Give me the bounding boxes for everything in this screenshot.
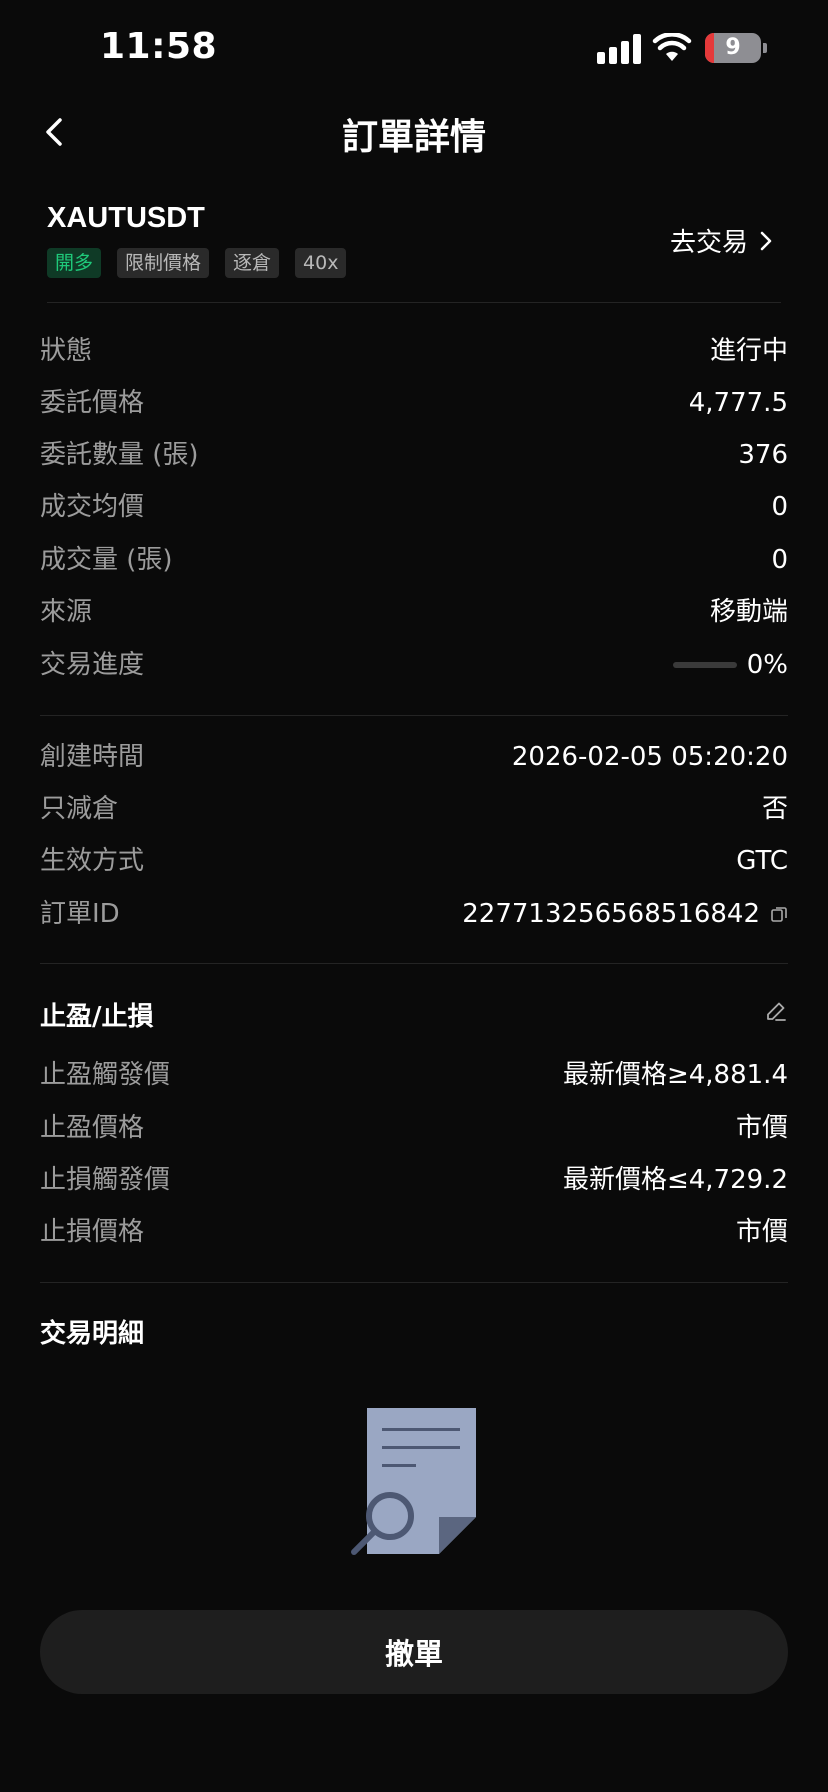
- order-tags: 開多 限制價格 逐倉 40x: [47, 248, 347, 278]
- symbol-name: XAUTUSDT: [47, 202, 205, 234]
- divider: [40, 1282, 788, 1283]
- copy-icon[interactable]: [770, 905, 788, 923]
- sl-price-row: 止損價格 市價: [40, 1217, 788, 1247]
- detail-row-order-price: 委託價格 4,777.5: [40, 388, 788, 418]
- meta-row-created-time: 創建時間 2026-02-05 05:20:20: [40, 742, 788, 772]
- go-trade-link[interactable]: 去交易: [670, 222, 774, 259]
- divider: [40, 963, 788, 964]
- sl-trigger-row: 止損觸發價 最新價格≤4,729.2: [40, 1165, 788, 1195]
- tp-trigger-row: 止盈觸發價 最新價格≥4,881.4: [40, 1060, 788, 1090]
- edit-icon[interactable]: [763, 998, 789, 1024]
- battery-icon: 9: [705, 33, 761, 63]
- empty-document-search-icon: [351, 1408, 476, 1555]
- trade-details-section-title: 交易明細: [40, 1319, 145, 1349]
- meta-row-reduce-only: 只減倉 否: [40, 794, 788, 824]
- tp-sl-section-title: 止盈/止損: [40, 1002, 154, 1032]
- progress-percent: 0%: [746, 650, 788, 680]
- progress-bar: [672, 662, 737, 668]
- order-id-value: 227713256568516842: [462, 899, 760, 929]
- battery-level: 9: [725, 35, 741, 60]
- detail-row-source: 來源 移動端: [40, 597, 788, 627]
- divider: [47, 302, 781, 303]
- go-trade-label: 去交易: [669, 228, 748, 258]
- detail-row-progress: 交易進度 0%: [40, 645, 788, 685]
- cellular-signal-icon: [597, 34, 641, 64]
- order-type-tag: 限制價格: [117, 248, 210, 278]
- status-time: 11:58: [100, 26, 218, 67]
- margin-mode-tag: 逐倉: [225, 248, 280, 278]
- wifi-icon: [652, 33, 692, 61]
- detail-row-status: 狀態 進行中: [40, 336, 788, 366]
- detail-row-filled-quantity: 成交量 (張) 0: [40, 545, 788, 575]
- leverage-tag: 40x: [295, 248, 347, 278]
- meta-row-time-in-force: 生效方式 GTC: [40, 846, 788, 876]
- meta-row-order-id: 訂單ID 227713256568516842: [40, 894, 788, 934]
- cancel-order-button[interactable]: 撤單: [40, 1610, 788, 1694]
- detail-row-order-quantity: 委託數量 (張) 376: [40, 440, 788, 470]
- battery-cap: [763, 43, 767, 53]
- detail-row-avg-fill-price: 成交均價 0: [40, 492, 788, 522]
- tp-price-row: 止盈價格 市價: [40, 1113, 788, 1143]
- chevron-right-icon: [760, 231, 772, 250]
- status-bar: 11:58 9: [0, 0, 828, 100]
- side-tag: 開多: [47, 248, 102, 278]
- divider: [40, 715, 788, 716]
- page-title: 訂單詳情: [341, 117, 486, 158]
